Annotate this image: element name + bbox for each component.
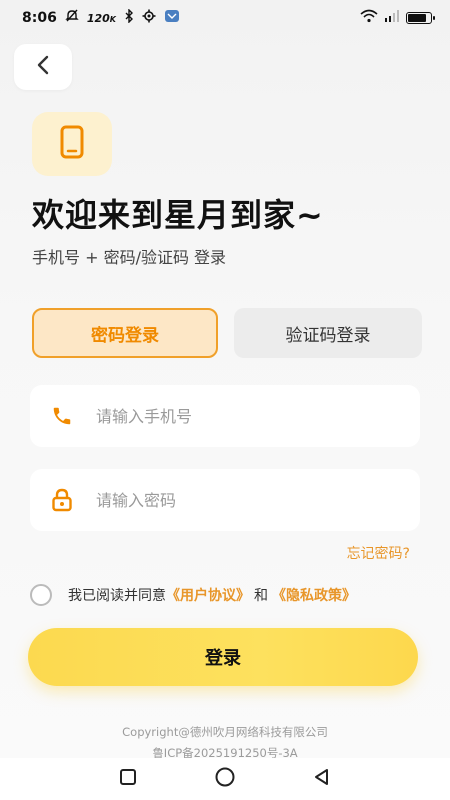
battery-icon xyxy=(406,12,435,24)
page-title: 欢迎来到星月到家~ xyxy=(32,196,324,234)
battery-level xyxy=(408,14,426,22)
chevron-left-icon xyxy=(34,54,52,80)
page-subtitle: 手机号 + 密码/验证码 登录 xyxy=(32,248,227,267)
app-icon xyxy=(32,112,112,176)
tab-password-login[interactable]: 密码登录 xyxy=(32,308,218,358)
agreement-checkbox[interactable] xyxy=(30,584,52,606)
forgot-password-link[interactable]: 忘记密码? xyxy=(347,543,410,563)
phone-icon xyxy=(60,125,84,163)
lock-icon xyxy=(48,486,76,514)
back-nav-button[interactable] xyxy=(312,767,332,791)
signal-icon xyxy=(384,10,400,26)
settings-icon xyxy=(142,9,156,27)
network-speed: 120K xyxy=(86,11,116,25)
back-button[interactable] xyxy=(14,44,72,90)
status-time: 8:06 xyxy=(22,10,57,26)
mute-icon xyxy=(65,9,79,27)
login-button[interactable]: 登录 xyxy=(28,628,418,686)
status-right xyxy=(360,9,435,27)
app-notification-icon xyxy=(164,9,180,27)
system-nav-bar xyxy=(0,758,450,800)
user-agreement-link[interactable]: 《用户协议》 xyxy=(166,585,250,605)
phone-field[interactable] xyxy=(30,385,420,447)
agreement-and: 和 xyxy=(254,588,268,604)
status-left: 8:06 120K xyxy=(22,8,180,27)
home-button[interactable] xyxy=(214,766,236,792)
password-field[interactable] xyxy=(30,469,420,531)
recents-button[interactable] xyxy=(118,767,138,791)
privacy-policy-link[interactable]: 《隐私政策》 xyxy=(272,585,356,605)
status-bar: 8:06 120K xyxy=(0,0,450,36)
login-mode-tabs: 密码登录 验证码登录 xyxy=(32,308,422,360)
tab-code-login[interactable]: 验证码登录 xyxy=(234,308,422,358)
password-input[interactable] xyxy=(96,490,376,510)
bluetooth-icon xyxy=(124,8,134,27)
wifi-icon xyxy=(360,9,378,27)
phone-input[interactable] xyxy=(96,406,376,426)
agreement-row: 我已阅读并同意 《用户协议》 和 《隐私政策》 xyxy=(30,584,356,606)
agreement-prefix: 我已阅读并同意 xyxy=(68,588,166,604)
phone-handset-icon xyxy=(48,402,76,430)
copyright-text: Copyright@德州吹月网络科技有限公司 xyxy=(122,725,328,739)
